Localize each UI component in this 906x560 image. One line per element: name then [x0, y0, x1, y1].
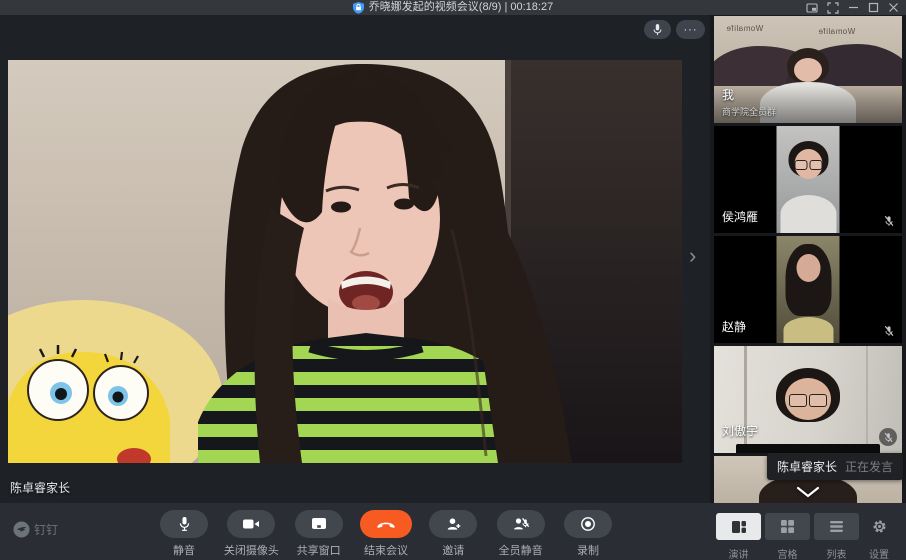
meeting-window: 乔晓娜发起的视频会议(8/9) | 00:18:27: [0, 0, 906, 560]
button-label: 共享窗口: [297, 542, 341, 558]
titlebar: 乔晓娜发起的视频会议(8/9) | 00:18:27: [0, 0, 906, 15]
mirrored-poster-watermark: Womalife: [726, 24, 763, 33]
brand-label: 钉钉: [34, 521, 58, 538]
participant-face: [796, 254, 820, 282]
brand: 钉钉: [13, 521, 58, 538]
button-label: 全员静音: [499, 542, 543, 558]
person-mic-off-icon: [512, 516, 530, 532]
view-label: 宫格: [778, 546, 798, 560]
maximize-icon[interactable]: [868, 2, 879, 13]
end-meeting-button[interactable]: 结束会议: [354, 510, 418, 558]
grid-view-button[interactable]: 宫格: [765, 513, 810, 560]
minimize-icon[interactable]: [848, 2, 859, 13]
participants-panel: Womalife Womalife 我 商学院全员群 侯鸿雁: [710, 15, 906, 503]
meeting-title: 乔晓娜发起的视频会议(8/9) | 00:18:27: [369, 0, 553, 15]
glasses: [789, 394, 827, 407]
fullscreen-icon[interactable]: [827, 2, 839, 14]
participant-body: [783, 317, 833, 343]
participant-video: [777, 126, 840, 233]
mic-off-icon: [883, 215, 895, 227]
main-speaker-name: 陈卓睿家长: [10, 479, 70, 496]
list-view-icon: [829, 520, 844, 533]
participant-video: [777, 236, 840, 343]
mic-icon: [652, 23, 663, 37]
toolbar-buttons: 静音 关闭摄像头 共享窗口 结束会议: [152, 510, 620, 558]
participant-tile[interactable]: 赵静: [714, 236, 902, 343]
record-icon: [580, 516, 596, 532]
mute-all-button[interactable]: 全员静音: [489, 510, 553, 558]
background-door-frame: [866, 346, 868, 453]
settings-label: 设置: [869, 546, 889, 560]
mic-icon: [178, 516, 191, 532]
camera-icon: [242, 517, 260, 531]
collapse-panel-chevron-icon[interactable]: ›: [689, 242, 696, 270]
button-label: 静音: [173, 542, 195, 558]
participant-name: 刘傲宇: [722, 422, 758, 439]
gear-icon: [872, 519, 887, 534]
participant-tile[interactable]: 侯鸿雁: [714, 126, 902, 233]
participant-name: 我: [722, 86, 734, 103]
button-label: 录制: [577, 542, 599, 558]
desk-edge: [736, 444, 880, 453]
participant-tile[interactable]: 刘傲宇: [714, 346, 902, 453]
dingtalk-logo-icon: [13, 521, 30, 538]
record-button[interactable]: 录制: [556, 510, 620, 558]
button-label: 邀请: [442, 542, 464, 558]
window-icon: [311, 517, 327, 531]
mute-button[interactable]: 静音: [152, 510, 216, 558]
list-view-button[interactable]: 列表: [814, 513, 859, 560]
camera-off-button[interactable]: 关闭摄像头: [219, 510, 283, 558]
button-label: 关闭摄像头: [224, 542, 279, 558]
view-label: 演讲: [729, 546, 749, 560]
video-mic-button[interactable]: [644, 20, 671, 39]
speaking-status: 正在发言: [845, 458, 893, 475]
glasses: [794, 160, 822, 170]
participant-tile-me[interactable]: Womalife Womalife 我 商学院全员群: [714, 16, 902, 123]
mirrored-poster-watermark: Womalife: [818, 27, 855, 36]
view-label: 列表: [827, 546, 847, 560]
speaking-toast: 陈卓睿家长 正在发言: [767, 453, 903, 480]
video-more-button[interactable]: ···: [676, 20, 705, 39]
person-plus-icon: [445, 516, 462, 532]
participant-face: [794, 58, 822, 82]
participant-group: 商学院全员群: [722, 105, 776, 118]
grid-view-icon: [780, 519, 795, 534]
invite-button[interactable]: 邀请: [421, 510, 485, 558]
more-dots-icon: ···: [684, 25, 698, 35]
share-window-button[interactable]: 共享窗口: [287, 510, 351, 558]
mic-off-icon: [883, 325, 895, 337]
speaker-view-icon: [731, 520, 747, 534]
button-label: 结束会议: [364, 542, 408, 558]
participant-name: 侯鸿雁: [722, 208, 758, 225]
main-video-feed: [8, 60, 682, 463]
view-switcher: 演讲 宫格 列表: [716, 513, 859, 560]
mic-off-badge: [879, 428, 897, 446]
pip-icon[interactable]: [806, 2, 818, 14]
participant-name: 赵静: [722, 318, 746, 335]
secure-lock-badge-icon: [353, 2, 364, 14]
settings-button[interactable]: 设置: [858, 513, 900, 560]
speaker-view-button[interactable]: 演讲: [716, 513, 761, 560]
hangup-icon: [376, 518, 396, 530]
participant-body: [780, 195, 836, 233]
mic-off-icon: [883, 432, 894, 443]
speaking-name: 陈卓睿家长: [777, 458, 837, 475]
scroll-down-chevron-icon[interactable]: [792, 485, 824, 500]
close-icon[interactable]: [888, 2, 899, 13]
